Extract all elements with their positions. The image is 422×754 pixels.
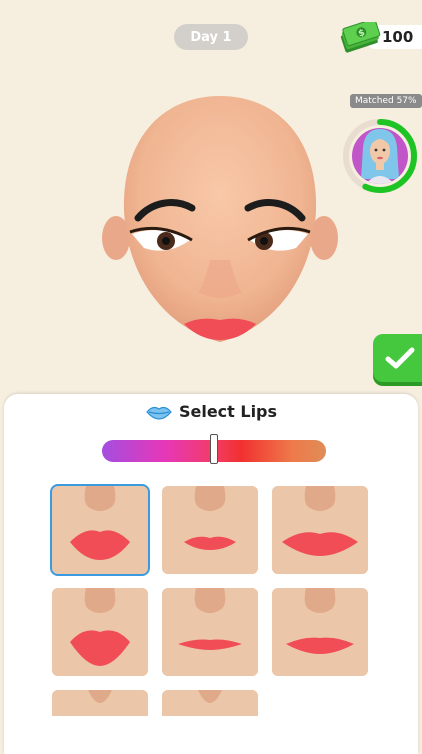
day-label: Day 1	[190, 29, 232, 45]
money-counter: 100 $	[338, 22, 422, 53]
matched-label: Matched 57%	[350, 94, 422, 108]
lip-option-2[interactable]	[162, 486, 258, 574]
lip-option-4[interactable]	[52, 588, 148, 676]
lip-option-6[interactable]	[272, 588, 368, 676]
confirm-button[interactable]	[373, 334, 422, 382]
avatar-portrait	[361, 129, 399, 184]
panel-title: Select Lips	[178, 402, 278, 421]
lip-option-3[interactable]	[272, 486, 368, 574]
lip-option-1[interactable]	[50, 484, 150, 576]
target-avatar	[341, 117, 419, 199]
slider-thumb[interactable]	[210, 434, 218, 464]
panel-header: Select Lips	[4, 402, 418, 421]
money-amount: 100	[382, 28, 414, 46]
lip-preview	[272, 588, 368, 676]
panel-footer	[4, 716, 418, 750]
lip-option-5[interactable]	[162, 588, 258, 676]
lips	[184, 318, 256, 340]
head	[123, 96, 317, 342]
lip-preview	[162, 588, 258, 676]
lip-preview	[52, 588, 148, 676]
color-slider[interactable]	[102, 434, 326, 464]
checkmark-icon	[385, 347, 415, 369]
day-indicator: Day 1	[174, 24, 248, 50]
lips-icon	[146, 406, 172, 420]
lip-preview	[272, 486, 368, 574]
lip-preview	[52, 486, 148, 574]
selection-panel: Select Lips	[4, 394, 418, 754]
lip-preview	[162, 486, 258, 574]
cash-stack-icon: $	[340, 22, 381, 53]
character-face	[102, 96, 338, 342]
